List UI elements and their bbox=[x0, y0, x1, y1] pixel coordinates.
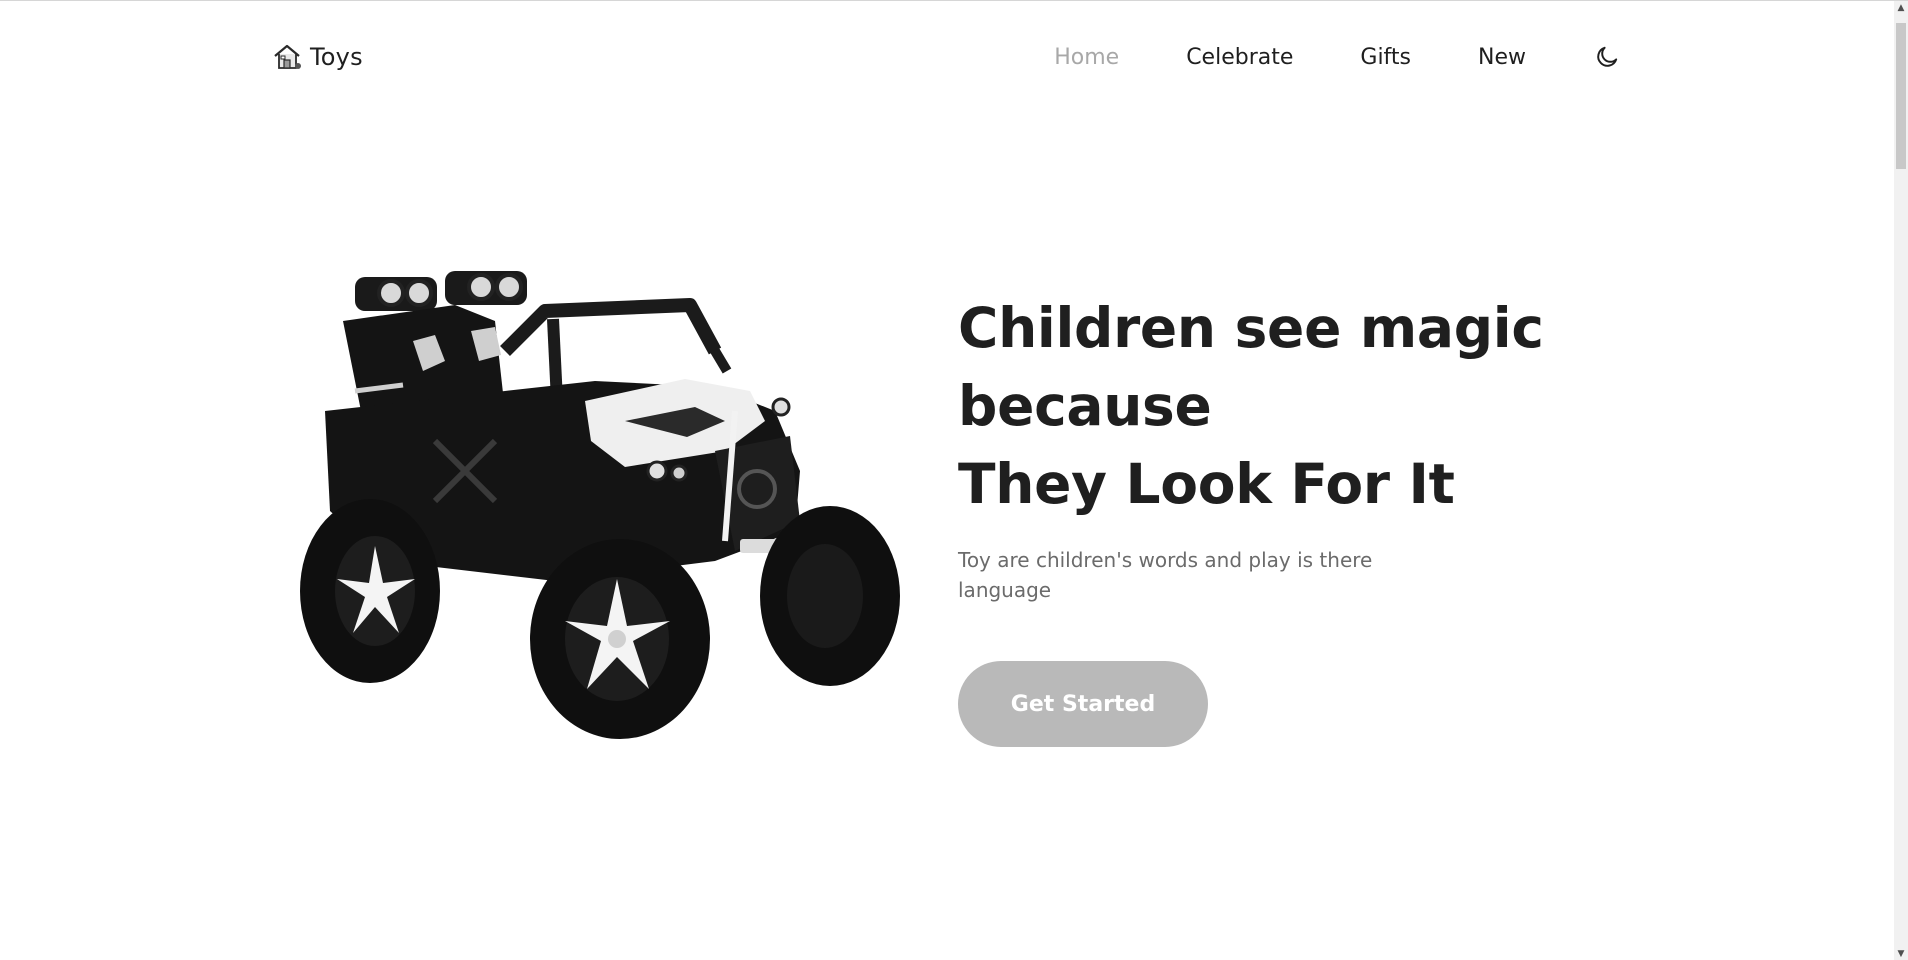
scrollbar-thumb[interactable] bbox=[1896, 23, 1906, 169]
page: Toys Home Celebrate Gifts New Children s… bbox=[0, 0, 1908, 960]
get-started-button[interactable]: Get Started bbox=[958, 661, 1208, 747]
toy-car-image bbox=[295, 261, 915, 741]
hero-title: Children see magic because They Look For… bbox=[958, 289, 1578, 523]
hero-title-line-3: They Look For It bbox=[958, 452, 1455, 516]
nav-item-celebrate[interactable]: Celebrate bbox=[1186, 45, 1293, 70]
toy-house-icon bbox=[272, 41, 304, 73]
vertical-scrollbar[interactable]: ▲ ▼ bbox=[1894, 1, 1908, 960]
header: Toys Home Celebrate Gifts New bbox=[272, 35, 1622, 79]
hero-description: Toy are children's words and play is the… bbox=[958, 548, 1373, 602]
scroll-down-arrow-icon[interactable]: ▼ bbox=[1894, 947, 1908, 960]
nav-item-gifts[interactable]: Gifts bbox=[1360, 45, 1411, 70]
hero-title-line-1: Children see magic bbox=[958, 296, 1544, 360]
moon-icon bbox=[1597, 46, 1618, 67]
nav-item-new[interactable]: New bbox=[1478, 45, 1526, 70]
hero-section: Children see magic because They Look For… bbox=[958, 289, 1578, 747]
brand-name: Toys bbox=[310, 43, 363, 71]
roof-lights bbox=[355, 271, 527, 311]
main-nav: Home Celebrate Gifts New bbox=[1054, 35, 1622, 79]
theme-toggle-button[interactable] bbox=[1592, 42, 1622, 72]
scroll-up-arrow-icon[interactable]: ▲ bbox=[1894, 1, 1908, 15]
hero-title-line-2: because bbox=[958, 374, 1212, 438]
nav-item-home[interactable]: Home bbox=[1054, 45, 1119, 70]
brand-logo[interactable]: Toys bbox=[272, 41, 363, 73]
